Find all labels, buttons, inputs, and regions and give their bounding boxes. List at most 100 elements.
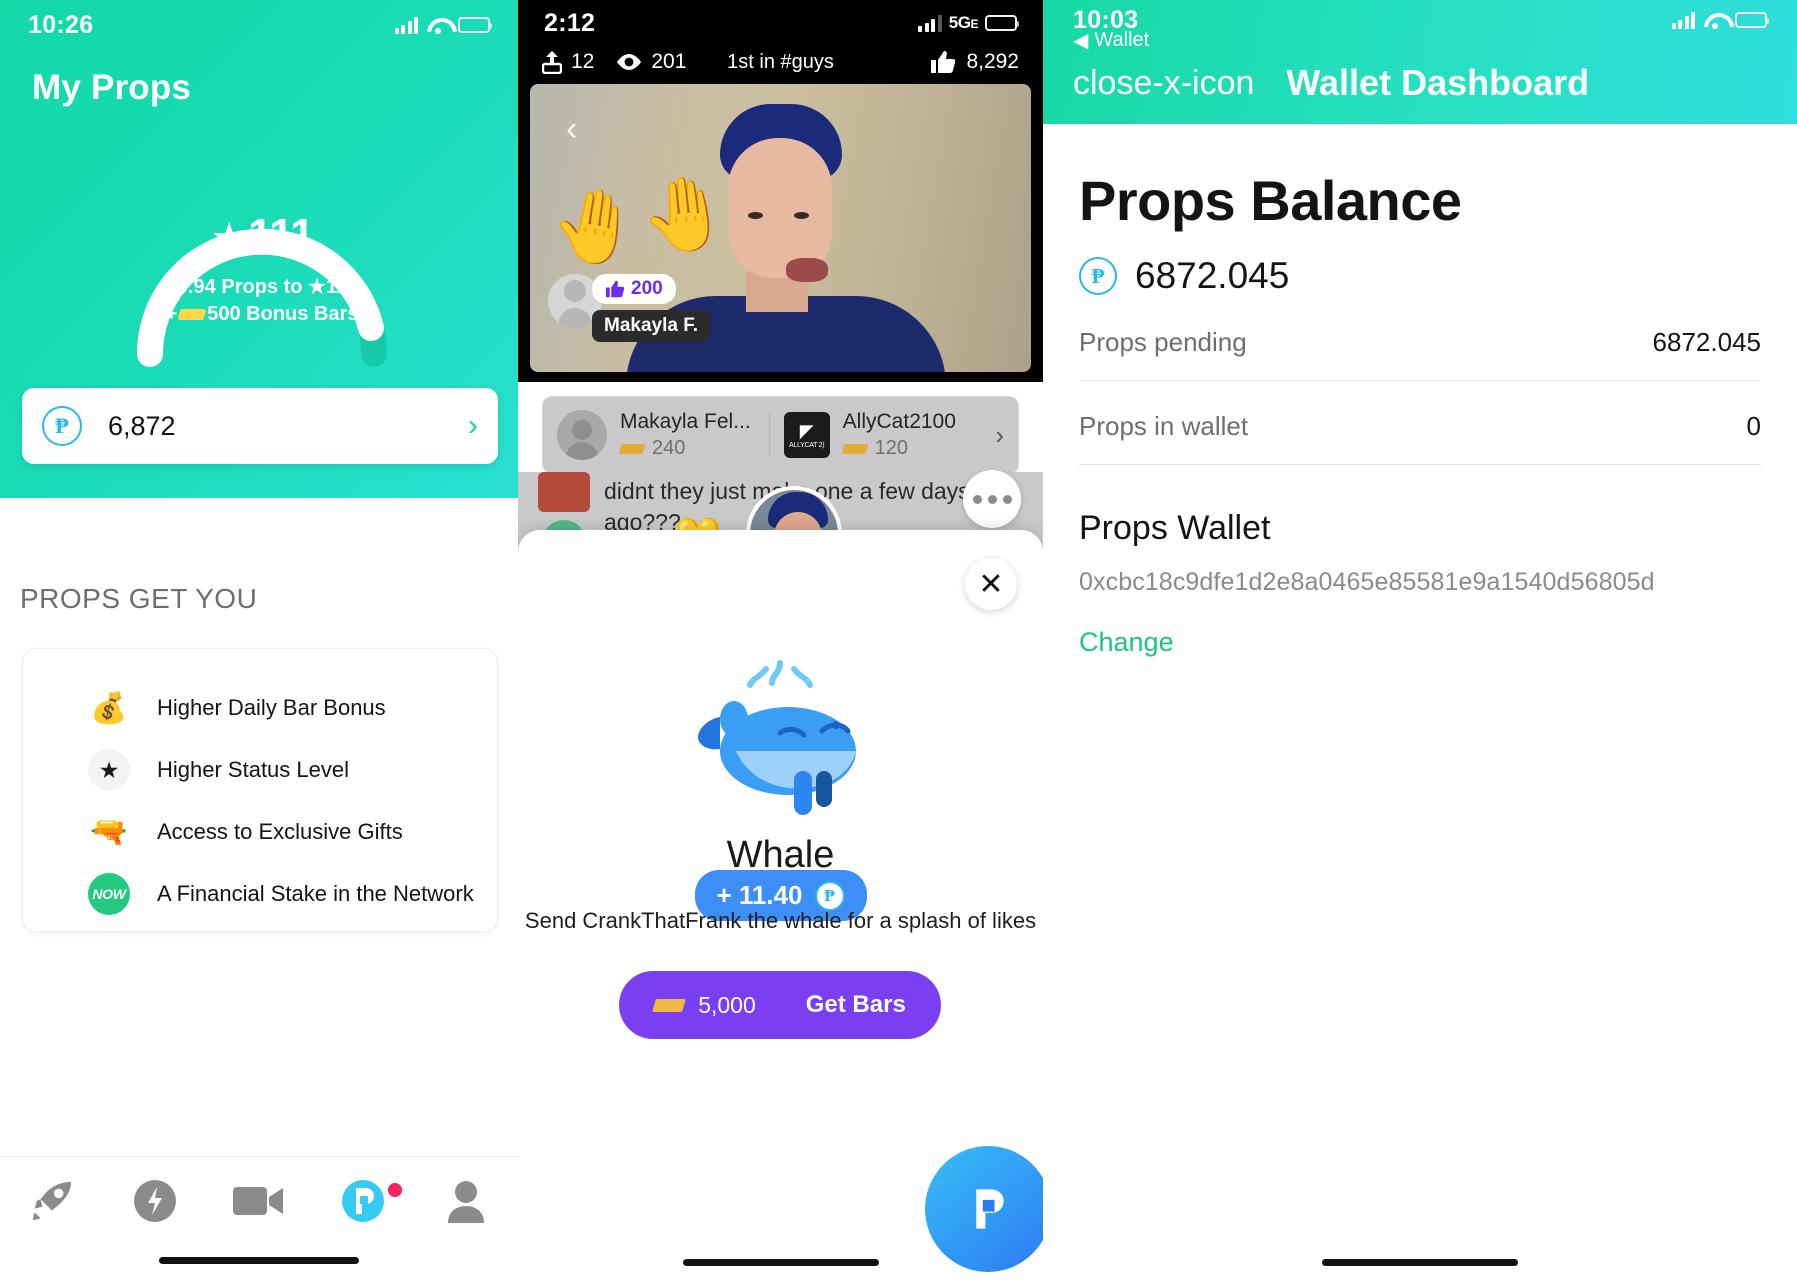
list-item[interactable]: ◤ ALLYCAT 2) AllyCat2100 120 bbox=[770, 410, 996, 460]
list-item[interactable]: Makayla Fel... 240 bbox=[543, 410, 769, 460]
list-item-label: Access to Exclusive Gifts bbox=[157, 819, 403, 844]
cellular-bars-icon bbox=[918, 14, 942, 32]
share-stat: 12 bbox=[542, 50, 594, 74]
status-icons: 5GE bbox=[918, 13, 1019, 33]
home-indicator bbox=[682, 1259, 879, 1266]
status-bar: 10:26 bbox=[0, 8, 518, 42]
video-subject-eye-right bbox=[794, 212, 809, 219]
tab-props[interactable] bbox=[311, 1178, 415, 1224]
back-to-wallet-link[interactable]: ◀ Wallet bbox=[1073, 28, 1149, 53]
battery-icon bbox=[1735, 12, 1769, 28]
balance-row: ₱ 6872.045 bbox=[1079, 255, 1761, 297]
home-indicator bbox=[1322, 1259, 1518, 1266]
list-item: 💰 Higher Daily Bar Bonus bbox=[23, 677, 497, 739]
list-item: NOW A Financial Stake in the Network bbox=[23, 863, 497, 925]
get-bars-amount: 5,000 bbox=[698, 991, 756, 1018]
share-count: 12 bbox=[571, 50, 595, 73]
network-type: 5G bbox=[948, 13, 971, 32]
props-reward-amount: + 11.40 bbox=[716, 880, 803, 910]
likes-count: 8,292 bbox=[966, 50, 1019, 73]
battery-icon bbox=[985, 15, 1019, 31]
avatar: ◤ ALLYCAT 2) bbox=[783, 412, 830, 458]
overlay-user-name: Makayla F. bbox=[592, 310, 710, 342]
status-icons bbox=[1671, 11, 1769, 29]
status-time: 10:26 bbox=[28, 10, 94, 39]
hand-emoji-yellow: 🤚 bbox=[636, 170, 734, 260]
tab-video[interactable] bbox=[207, 1183, 311, 1219]
get-bars-button[interactable]: 5,000 Get Bars bbox=[619, 971, 941, 1039]
network-sub: E bbox=[970, 17, 978, 31]
video-player[interactable]: ‹ 🤚 🤚 200 Makayla F. bbox=[530, 84, 1031, 372]
props-progress-gauge: ★111 19.94 Props to ★112 +500 Bonus Bars bbox=[118, 140, 406, 370]
screenshot-stage: 10:26 My Props ★111 19.94 Props to ★112 … bbox=[0, 0, 1797, 1280]
leaderboard-name: AllyCat2100 bbox=[842, 410, 956, 433]
star-icon: ★ bbox=[210, 214, 249, 261]
props-logo-icon: ₱ bbox=[1079, 257, 1117, 295]
props-logo-icon: ₱ bbox=[42, 406, 82, 446]
row-value: 0 bbox=[1746, 411, 1761, 441]
gauge-subtext: 19.94 Props to ★112 +500 Bonus Bars bbox=[118, 274, 406, 328]
cellular-bars-icon bbox=[1671, 11, 1695, 29]
person-icon bbox=[448, 1181, 485, 1223]
leaderboard-bars: 240 bbox=[618, 437, 751, 460]
ellipsis-icon[interactable] bbox=[963, 470, 1021, 528]
props-logo-icon bbox=[341, 1180, 384, 1222]
cellular-bars-icon bbox=[394, 16, 418, 34]
change-wallet-link[interactable]: Change bbox=[1079, 627, 1761, 658]
gold-bar-icon bbox=[177, 309, 207, 321]
leaderboard-bars-count: 240 bbox=[652, 437, 686, 459]
section-title: PROPS GET YOU bbox=[20, 583, 258, 614]
tab-bolt[interactable] bbox=[104, 1179, 208, 1223]
close-x-icon[interactable]: ✕ bbox=[965, 558, 1017, 610]
wallet-heading: Props Wallet bbox=[1079, 509, 1271, 547]
star-icon-wrap: ★ bbox=[83, 747, 135, 793]
props-level: 111 bbox=[248, 210, 315, 259]
hand-emoji-orange: 🤚 bbox=[544, 181, 645, 273]
list-item-label: A Financial Stake in the Network bbox=[157, 881, 474, 906]
video-stats-row: 12 201 1st in #guys 8,292 bbox=[518, 44, 1043, 80]
table-row: Props in wallet 0 bbox=[1079, 381, 1761, 465]
status-time: 2:12 bbox=[544, 8, 596, 37]
wallet-address: 0xcbc18c9dfe1d2e8a0465e85581e9a1540d5680… bbox=[1079, 568, 1655, 596]
wallet-title-row: close-x-icon Wallet Dashboard bbox=[1073, 62, 1589, 104]
balance-heading: Props Balance bbox=[1079, 169, 1462, 232]
bonus-prefix: + bbox=[165, 303, 178, 326]
leaderboard-entry: AllyCat2100 120 bbox=[841, 410, 956, 460]
props-balance-card[interactable]: ₱ 6,872 › bbox=[22, 388, 498, 464]
leaderboard-bars-count: 120 bbox=[874, 437, 909, 459]
tab-rocket[interactable] bbox=[0, 1180, 104, 1222]
triangle-left-icon: ◀ bbox=[1073, 30, 1089, 52]
props-fab-button[interactable] bbox=[925, 1146, 1043, 1272]
video-subject-mouth bbox=[786, 258, 828, 282]
tab-profile[interactable] bbox=[414, 1179, 518, 1223]
gold-bars-icon: 💰 bbox=[90, 691, 128, 725]
next-level-text: 19.94 Props to ★112 bbox=[165, 276, 359, 298]
avatar-label: ALLYCAT 2) bbox=[789, 442, 825, 449]
row-value: 6872.045 bbox=[1652, 327, 1761, 357]
status-bar: 10:03 bbox=[1043, 4, 1797, 36]
leaderboard-card[interactable]: Makayla Fel... 240 ◤ ALLYCAT 2) AllyCat21… bbox=[542, 396, 1019, 474]
props-balance-amount: 6,872 bbox=[108, 410, 176, 441]
close-x-icon[interactable]: close-x-icon bbox=[1073, 66, 1254, 100]
views-stat: 201 bbox=[616, 50, 686, 74]
chevron-left-icon[interactable]: ‹ bbox=[566, 110, 577, 149]
chevron-right-icon[interactable]: › bbox=[995, 420, 1018, 451]
tab-list bbox=[0, 1157, 518, 1245]
gold-bar-icon bbox=[618, 443, 646, 454]
video-subject-eye-left bbox=[748, 212, 763, 219]
chevron-right-icon[interactable]: › bbox=[468, 411, 478, 441]
list-item-label: Higher Status Level bbox=[157, 757, 349, 782]
video-camera-icon bbox=[232, 1187, 283, 1215]
thumbs-up-icon bbox=[606, 280, 625, 298]
balance-amount: 6872.045 bbox=[1135, 255, 1290, 296]
battery-icon bbox=[458, 17, 492, 33]
get-bars-label: Get Bars bbox=[805, 991, 906, 1018]
overlay-user-labels: 200 Makayla F. bbox=[592, 274, 710, 342]
row-key: Props pending bbox=[1079, 327, 1247, 357]
get-bars-amount-group: 5,000 bbox=[652, 991, 756, 1019]
live-video-screen: 2:12 5GE 12 201 1st in #guys 8,292 ‹ 🤚 🤚… bbox=[518, 0, 1043, 1280]
wallet-dashboard-screen: 10:03 ◀ Wallet close-x-icon Wallet Dashb… bbox=[1043, 0, 1797, 1280]
table-row: Props pending 6872.045 bbox=[1079, 297, 1761, 381]
list-item: ★ Higher Status Level bbox=[23, 739, 497, 801]
share-icon bbox=[542, 51, 562, 74]
